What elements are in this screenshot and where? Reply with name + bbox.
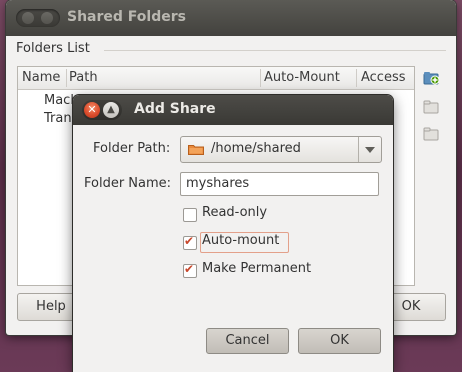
window-controls	[16, 9, 60, 27]
column-separator	[260, 69, 261, 87]
column-access[interactable]: Access	[361, 70, 406, 85]
close-icon[interactable]	[22, 12, 34, 24]
make-permanent-label[interactable]: Make Permanent	[202, 261, 311, 276]
folder-icon	[188, 145, 204, 155]
close-icon[interactable]: ✕	[84, 102, 100, 118]
ok-button-label: OK	[401, 299, 421, 314]
read-only-label[interactable]: Read-only	[202, 205, 267, 220]
remove-folder-icon[interactable]	[423, 127, 439, 141]
add-folder-icon[interactable]	[423, 71, 439, 85]
auto-mount-checkbox[interactable]	[183, 234, 197, 250]
folder-name-field[interactable]	[180, 172, 379, 196]
column-path[interactable]: Path	[69, 70, 98, 85]
column-separator	[66, 69, 67, 87]
column-name[interactable]: Name	[22, 70, 60, 85]
folder-path-combo[interactable]: /home/shared	[180, 136, 382, 163]
window-title: Shared Folders	[67, 9, 186, 25]
table-row[interactable]: Tran	[44, 111, 72, 126]
add-share-dialog: ✕ ▲ Add Share Folder Path: /home/shared …	[73, 95, 393, 372]
table-header: Name Path Auto-Mount Access	[18, 67, 414, 90]
group-divider	[104, 50, 446, 51]
maximize-icon[interactable]: ▲	[103, 102, 119, 118]
cancel-button-label: Cancel	[225, 333, 270, 348]
folder-path-value: /home/shared	[211, 141, 301, 156]
dialog-title: Add Share	[134, 101, 216, 117]
chevron-down-icon	[365, 147, 375, 153]
dialog-ok-button[interactable]: OK	[298, 328, 381, 354]
folder-name-label: Folder Name:	[84, 176, 172, 191]
folder-name-input[interactable]	[181, 173, 376, 194]
cancel-button[interactable]: Cancel	[206, 328, 289, 354]
column-separator	[356, 69, 357, 87]
column-auto-mount[interactable]: Auto-Mount	[264, 70, 340, 85]
make-permanent-checkbox[interactable]	[183, 262, 197, 278]
help-button-label: Help	[36, 299, 66, 314]
read-only-checkbox[interactable]	[183, 208, 197, 222]
dropdown-button[interactable]	[358, 137, 381, 162]
edit-folder-icon[interactable]	[423, 100, 439, 114]
shared-folders-titlebar[interactable]: Shared Folders	[6, 0, 456, 36]
folder-path-label: Folder Path:	[93, 141, 171, 156]
add-share-titlebar[interactable]: ✕ ▲ Add Share	[73, 95, 393, 125]
dialog-ok-button-label: OK	[330, 333, 349, 348]
window-controls: ✕ ▲	[82, 100, 122, 120]
maximize-icon[interactable]	[41, 12, 53, 24]
auto-mount-label[interactable]: Auto-mount	[202, 233, 279, 248]
folders-list-label: Folders List	[16, 41, 90, 56]
